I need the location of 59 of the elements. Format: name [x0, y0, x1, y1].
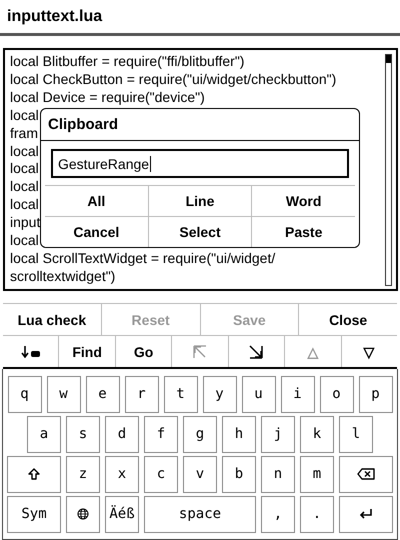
window-title: inputtext.lua — [7, 8, 102, 26]
enter-icon — [359, 509, 373, 519]
keyboard-key[interactable] — [339, 456, 393, 492]
code-line: local Blitbuffer = require("ffi/blitbuffer") — [10, 53, 244, 71]
keyboard-hide-icon — [20, 346, 41, 358]
code-line: scrolltextwidget") — [10, 268, 116, 286]
code-line: local — [10, 232, 39, 250]
keyboard-key[interactable]: , — [261, 496, 295, 532]
arrow-to-corner-icon — [192, 344, 207, 358]
scrollbar[interactable] — [385, 54, 392, 286]
code-line: local CheckButton = require("ui/widget/checkbutton") — [10, 70, 336, 89]
keyboard-key[interactable]: g — [183, 416, 217, 452]
dialog-title: Clipboard — [41, 109, 359, 141]
keyboard-key[interactable]: m — [300, 456, 334, 492]
dialog-button[interactable]: Paste — [251, 217, 356, 247]
keyboard-key[interactable]: o — [320, 376, 354, 412]
keyboard-key[interactable]: x — [105, 456, 139, 492]
globe-icon — [77, 508, 89, 520]
keyboard-key[interactable]: b — [222, 456, 256, 492]
keyboard-key[interactable] — [66, 496, 100, 532]
keyboard-key[interactable]: Äéß — [105, 496, 139, 532]
code-line: local — [10, 160, 39, 178]
keyboard-key[interactable]: t — [164, 376, 198, 412]
keyboard-key[interactable]: j — [261, 416, 295, 452]
keyboard-key[interactable]: p — [358, 376, 392, 412]
keyboard-key[interactable]: w — [46, 376, 80, 412]
keyboard-key[interactable]: Sym — [7, 496, 61, 532]
code-line: local Device = require("device") — [10, 88, 205, 107]
keyboard-key[interactable]: e — [86, 376, 120, 412]
keyboard-key[interactable]: space — [144, 496, 256, 532]
keyboard-key[interactable]: r — [124, 376, 158, 412]
keyboard-key[interactable]: u — [242, 376, 276, 412]
keyboard-key[interactable]: k — [300, 416, 334, 452]
keyboard-key[interactable]: a — [27, 416, 61, 452]
keyboard-key[interactable]: i — [280, 376, 314, 412]
keyboard-key[interactable]: d — [105, 416, 139, 452]
code-line: local — [10, 106, 39, 125]
keyboard-key[interactable]: h — [222, 416, 256, 452]
code-line: input — [10, 214, 40, 232]
shift-icon — [28, 468, 40, 480]
keyboard-key[interactable]: z — [66, 456, 100, 492]
keyboard-key[interactable]: l — [339, 416, 373, 452]
keyboard-key[interactable]: q — [8, 376, 42, 412]
code-line: local — [10, 142, 39, 160]
arrow-to-corner-icon — [249, 344, 264, 358]
keyboard-key[interactable]: . — [300, 496, 334, 532]
code-line: local ScrollTextWidget = require("ui/widget/ — [10, 250, 276, 268]
keyboard-key[interactable]: c — [144, 456, 178, 492]
keyboard-key[interactable]: y — [202, 376, 236, 412]
code-editor[interactable] — [3, 48, 398, 291]
keyboard-key[interactable]: f — [144, 416, 178, 452]
backspace-icon — [357, 468, 375, 480]
keyboard-key[interactable]: s — [66, 416, 100, 452]
input-field[interactable]: GestureRange — [51, 149, 349, 178]
code-line: local — [10, 196, 39, 214]
keyboard-key[interactable]: v — [183, 456, 217, 492]
code-line: fram — [10, 124, 38, 143]
keyboard-key[interactable]: n — [261, 456, 295, 492]
code-line: local — [10, 178, 39, 196]
